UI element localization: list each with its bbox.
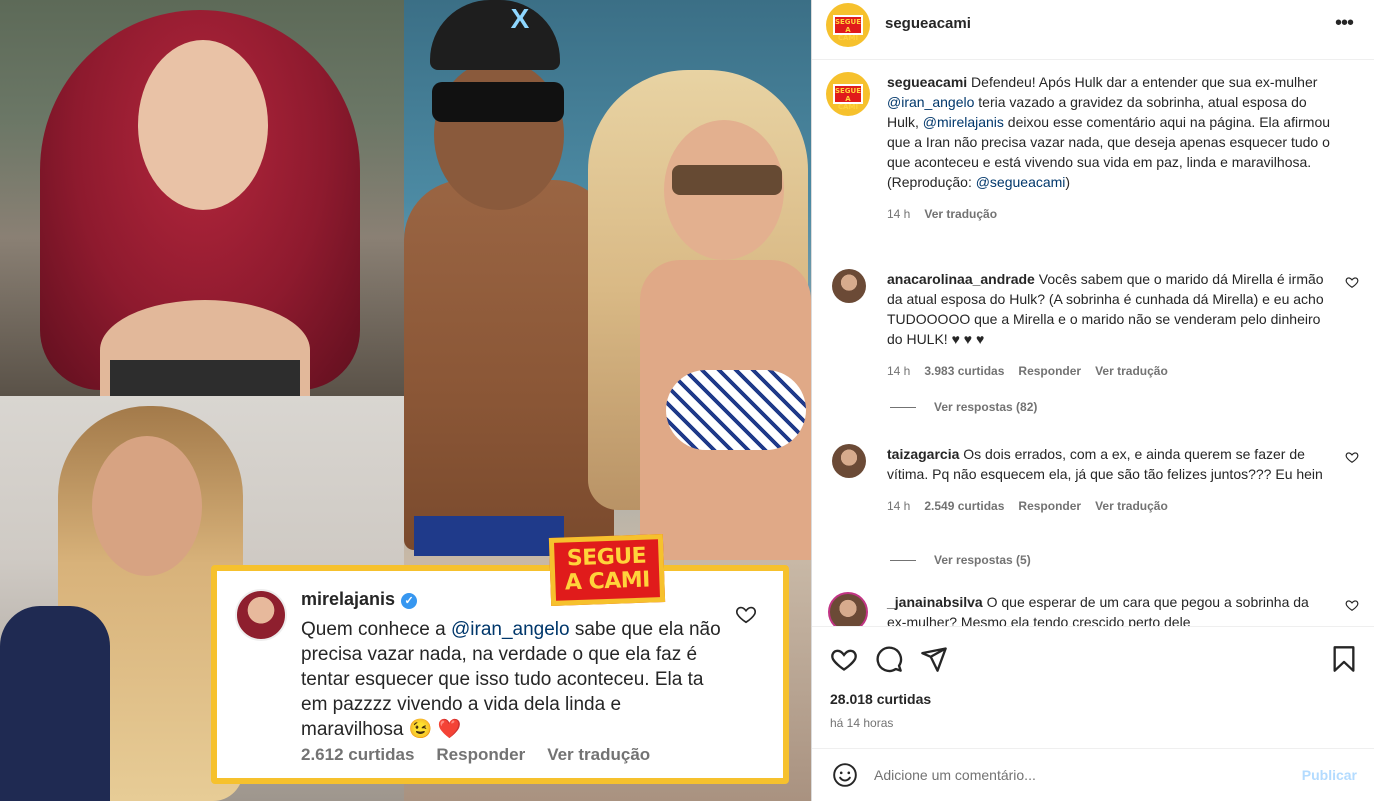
view-replies-button[interactable]: Ver respostas (82) [890, 400, 1037, 414]
add-comment-bar: Publicar [812, 748, 1374, 801]
publish-button[interactable]: Publicar [1302, 767, 1357, 783]
comment-username[interactable]: anacarolinaa_andrade [887, 271, 1035, 287]
mention-link[interactable]: @segueacami [976, 174, 1066, 190]
view-replies-button[interactable]: Ver respostas (5) [890, 553, 1031, 567]
bookmark-icon[interactable] [1330, 645, 1358, 673]
reply-button[interactable]: Responder [1018, 364, 1081, 378]
quoted-comment-text: Quem conhece a @iran_angelo sabe que ela… [301, 619, 721, 740]
verified-badge-icon: ✓ [401, 593, 418, 609]
mention-link[interactable]: @iran_angelo [887, 94, 974, 110]
heart-icon[interactable] [1345, 598, 1359, 612]
post-panel: SEGUE A CAMI segueacami ••• SEGUE A CAMI s… [811, 0, 1374, 801]
mention-link[interactable]: @mirelajanis [923, 114, 1004, 130]
translate-link[interactable]: Ver tradução [1095, 499, 1168, 513]
quoted-comment-meta: 2.612 curtidas Responder Ver tradução [301, 745, 651, 764]
comment-input[interactable] [874, 763, 1274, 787]
heart-icon[interactable] [830, 645, 858, 673]
comment-username[interactable]: _janainabsilva [887, 594, 983, 610]
emoji-icon[interactable] [832, 762, 858, 788]
comments-list[interactable]: SEGUE A CAMI segueacami Defendeu! Após Hu… [812, 60, 1374, 626]
avatar[interactable]: SEGUE A CAMI [826, 3, 870, 47]
comment-icon[interactable] [875, 645, 903, 673]
avatar[interactable] [832, 444, 866, 478]
post-actions: 28.018 curtidas há 14 horas [812, 626, 1374, 751]
avatar[interactable] [828, 592, 868, 626]
caption-username[interactable]: segueacami [887, 74, 967, 90]
share-icon[interactable] [920, 645, 948, 673]
post-author-username[interactable]: segueacami [885, 15, 971, 32]
avatar [235, 589, 287, 641]
quoted-comment-username: mirelajanis ✓ [301, 589, 418, 610]
photo-red-haired-woman [0, 0, 404, 396]
post-timestamp: há 14 horas [830, 716, 894, 730]
more-options-icon[interactable]: ••• [1335, 12, 1354, 35]
comment-username[interactable]: taizagarcia [887, 446, 959, 462]
avatar[interactable] [832, 269, 866, 303]
heart-icon[interactable] [1345, 450, 1359, 464]
heart-icon[interactable] [1345, 275, 1359, 289]
translate-link[interactable]: Ver tradução [1095, 364, 1168, 378]
heart-icon [736, 606, 756, 624]
quoted-comment-card: mirelajanis ✓ Quem conhece a @iran_angelo… [211, 565, 789, 784]
post-media[interactable]: X mirelajanis ✓ Quem conhece a @iran_ange… [0, 0, 811, 801]
brand-logo: SEGUE A CAMI [548, 534, 666, 606]
likes-count[interactable]: 28.018 curtidas [830, 691, 931, 707]
avatar[interactable]: SEGUE A CAMI [826, 72, 870, 116]
post-header: SEGUE A CAMI segueacami ••• [812, 0, 1374, 60]
reply-button[interactable]: Responder [1018, 499, 1081, 513]
translate-link[interactable]: Ver tradução [924, 207, 997, 221]
